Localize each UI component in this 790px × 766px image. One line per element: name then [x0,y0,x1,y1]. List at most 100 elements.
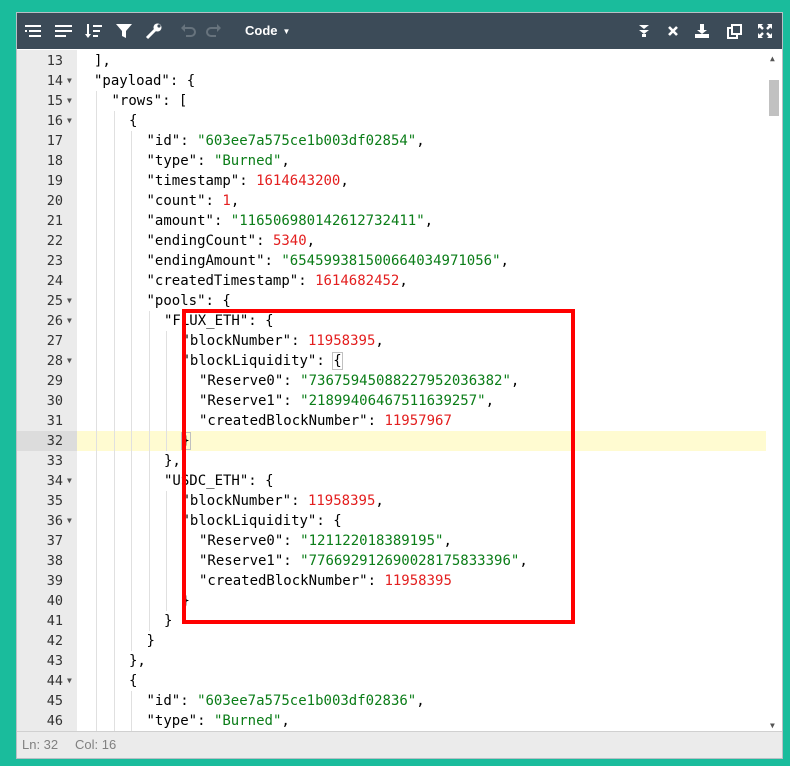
indent-guide [131,591,132,611]
fold-toggle-icon[interactable]: ▼ [67,311,75,331]
collapse-all-icon[interactable] [631,13,657,49]
code-line[interactable]: { [77,671,766,691]
fold-toggle-icon[interactable]: ▼ [67,511,75,531]
code-line[interactable]: }, [77,451,766,471]
indent-guide [166,511,167,531]
indent-guide [131,331,132,351]
line-number: 15 [46,93,63,109]
code-line[interactable]: "timestamp": 1614643200, [77,171,766,191]
line-number: 31 [46,413,63,429]
code-line[interactable]: "USDC_ETH": { [77,471,766,491]
code-line[interactable]: "blockLiquidity": { [77,351,766,371]
indent-guide [148,411,150,431]
code-line[interactable]: "blockNumber": 11958395, [77,331,766,351]
code-line[interactable]: "createdTimestamp": 1614682452, [77,271,766,291]
indent-guide [148,611,150,631]
json-punctuation: { [129,673,138,689]
code-line[interactable]: }, [77,651,766,671]
line-number: 28 [46,353,63,369]
filter-icon[interactable] [111,13,137,49]
code-line[interactable]: { [77,111,766,131]
line-number: 25 [46,293,63,309]
fold-toggle-icon[interactable]: ▼ [67,671,75,691]
json-punctuation: : [180,133,198,149]
indent-guide [113,471,115,491]
code-line[interactable]: "pools": { [77,291,766,311]
scroll-down-icon[interactable]: ▼ [770,721,775,730]
json-punctuation: : [291,493,308,509]
code-line[interactable]: "blockLiquidity": { [77,511,766,531]
code-line[interactable]: "count": 1, [77,191,766,211]
json-key: "type" [146,153,198,169]
line-number: 20 [46,193,63,209]
code-line[interactable]: } [77,611,766,631]
gutter-row: 25 ▼ [17,291,77,311]
copy-icon[interactable] [721,13,747,49]
indent-guide [96,371,97,391]
sort-icon[interactable] [81,13,107,49]
code-line[interactable]: } [77,591,766,611]
code-line[interactable]: "Reserve0": "121122018389195", [77,531,766,551]
fold-toggle-icon[interactable]: ▼ [67,91,75,111]
json-punctuation: : { [205,293,231,309]
code-line[interactable]: "Reserve1": "776692912690028175833396", [77,551,766,571]
json-key: "blockNumber" [181,493,292,509]
scroll-up-icon[interactable]: ▲ [770,54,775,63]
gutter-row: 23 [17,251,77,271]
undo-icon[interactable] [177,13,199,49]
json-number: 11958395 [307,493,376,509]
indent-guide [183,411,185,431]
indent-guide [96,631,97,651]
code-line[interactable]: "endingCount": 5340, [77,231,766,251]
line-number: 40 [46,593,63,609]
indent-guide [131,191,132,211]
indent-guide [131,711,132,731]
fold-toggle-icon[interactable]: ▼ [67,471,75,491]
save-icon[interactable] [689,13,715,49]
compact-icon[interactable] [51,13,77,49]
fold-toggle-icon[interactable]: ▼ [67,291,75,311]
code-line[interactable]: "rows": [ [77,91,766,111]
code-text: { [129,111,137,131]
indent-guide [113,111,115,131]
code-line[interactable]: } [77,631,766,651]
line-number: 36 [46,513,63,529]
code-line[interactable]: "Reserve1": "21899406467511639257", [77,391,766,411]
vertical-scrollbar[interactable]: ▲ ▼ [766,50,782,734]
code-line[interactable]: } [77,431,766,451]
code-line[interactable]: "type": "Burned", [77,151,766,171]
code-line[interactable]: "Reserve0": "73675945088227952036382", [77,371,766,391]
format-icon[interactable] [21,13,47,49]
code-line[interactable]: "createdBlockNumber": 11958395 [77,571,766,591]
code-line[interactable]: "id": "603ee7a575ce1b003df02854", [77,131,766,151]
fold-toggle-icon[interactable]: ▼ [67,351,75,371]
code-line[interactable]: "endingAmount": "65459938150066403497105… [77,251,766,271]
code-line[interactable]: "type": "Burned", [77,711,766,731]
json-punctuation: : [283,373,301,389]
code-editor[interactable]: ], "payload": {"rows": [{"id": "603ee7a57… [17,50,782,734]
json-punctuation: : { [316,513,342,529]
gutter-row: 40 [17,591,77,611]
remove-icon[interactable] [660,13,686,49]
code-line[interactable]: ], [77,51,766,71]
gutter-row: 33 [17,451,77,471]
scrollbar-thumb[interactable] [769,80,779,116]
code-line[interactable]: "amount": "116506980142612732411", [77,211,766,231]
fold-toggle-icon[interactable]: ▼ [67,71,75,91]
code-line[interactable]: "payload": { [77,71,766,91]
code-content[interactable]: ], "payload": {"rows": [{"id": "603ee7a57… [77,50,766,734]
code-line[interactable]: "blockNumber": 11958395, [77,491,766,511]
line-number: 43 [46,653,63,669]
code-text: } [182,591,190,611]
fullscreen-icon[interactable] [752,13,778,49]
line-number: 19 [46,173,63,189]
code-line[interactable]: "id": "603ee7a575ce1b003df02836", [77,691,766,711]
code-line[interactable]: "FLUX_ETH": { [77,311,766,331]
fold-toggle-icon[interactable]: ▼ [67,111,75,131]
code-line[interactable]: "createdBlockNumber": 11957967 [77,411,766,431]
redo-icon[interactable] [203,13,225,49]
indent-guide [113,551,115,571]
transform-icon[interactable] [141,13,167,49]
indent-guide [166,351,167,371]
mode-dropdown[interactable]: Code ▼ [245,13,290,49]
